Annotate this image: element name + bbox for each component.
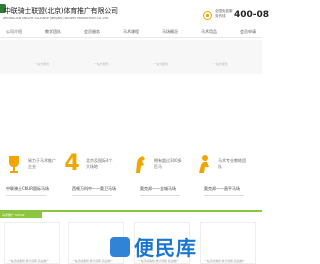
nav-item-venues[interactable]: 马场概况: [162, 29, 178, 36]
feature-panel: 4 北京及国际4个大场地: [64, 150, 114, 178]
company-name-en: ZHONGLIAN KNIGHT ALLIANCE (BEIJING) SPOR…: [3, 16, 110, 20]
feature-panels: 致力于马术推广企业 4 北京及国际4个大场地 拥有超过300多匹马 马术专业教练…: [0, 150, 262, 178]
feature-text: 北京及国际4个大场地: [86, 158, 113, 169]
feature-text: 马术专业教练团队: [218, 158, 246, 169]
hero-caption: 一站式服务: [34, 62, 50, 66]
venue-item[interactable]: 奥克邦——全城马场: [140, 186, 180, 196]
venue-title[interactable]: 西顿万科中——奥卫马场: [72, 186, 116, 192]
phone-icon: [203, 11, 212, 20]
nav-item-team[interactable]: 教学团队: [45, 29, 61, 36]
knight-icon: [196, 153, 212, 175]
venue-list: 中联骑士CKUR国际马场 西顿万科中——奥卫马场 奥克邦——全城马场 奥克邦——…: [0, 186, 262, 202]
nav-item-company[interactable]: 公司介绍: [6, 29, 22, 36]
divider: [72, 195, 112, 196]
nav-item-apply[interactable]: 会员申请: [240, 29, 256, 36]
feature-panel: 致力于马术推广企业: [6, 150, 56, 178]
feature-text: 拥有超过300多匹马: [154, 158, 182, 169]
service-card[interactable]: 一站活动策划 统计营销 商业推广: [200, 222, 256, 264]
venue-item[interactable]: 奥克邦——昌平马场: [204, 186, 244, 196]
nav-item-courses[interactable]: 马术课程: [123, 29, 139, 36]
venue-title[interactable]: 奥克邦——全城马场: [140, 186, 180, 192]
nav-item-services[interactable]: 会员服务: [84, 29, 100, 36]
divider: [204, 195, 244, 196]
trophy-icon: [6, 153, 22, 175]
venue-item[interactable]: 中联骑士CKUR国际马场: [6, 186, 49, 196]
hotline-caption: 全国免费服务热线: [215, 9, 233, 18]
venue-title[interactable]: 奥克邦——昌平马场: [204, 186, 244, 192]
venue-item[interactable]: 西顿万科中——奥卫马场: [72, 186, 116, 196]
watermark-logo-icon: [110, 236, 130, 257]
number-four-icon: 4: [64, 153, 80, 175]
nav-item-products[interactable]: 马术用品: [201, 29, 217, 36]
hotline-number[interactable]: 400-08: [234, 10, 269, 20]
service-card[interactable]: 一站活动策划 统计营销 商业推广: [4, 222, 60, 264]
watermark: 便民库: [110, 232, 197, 261]
header: 中联骑士联盟(北京)体育推广有限公司 ZHONGLIAN KNIGHT ALLI…: [0, 0, 269, 26]
main-nav: 公司介绍 教学团队 会员服务 马术课程 马场概况 马术用品 会员申请: [0, 29, 262, 36]
hero-captions: 一站式服务 一站式服务 一站式服务 一站式服务: [0, 62, 262, 70]
feature-numeral: 4: [64, 151, 80, 176]
company-name[interactable]: 中联骑士联盟(北京)体育推广有限公司: [4, 6, 118, 16]
card-caption: 一站活动策划 统计营销 商业推广: [72, 259, 113, 263]
hero-caption: 一站式服务: [153, 62, 169, 66]
divider: [140, 195, 180, 196]
feature-panel: 马术专业教练团队: [196, 150, 246, 178]
feature-panel: 拥有超过300多匹马: [132, 150, 182, 178]
nav-divider: [0, 37, 262, 38]
horse-head-icon: [132, 153, 148, 175]
card-caption: 一站活动策划 统计营销 商业推广: [8, 259, 49, 263]
divider: [6, 195, 46, 196]
hero-caption: 一站式服务: [212, 62, 228, 66]
feature-text: 致力于马术推广企业: [28, 158, 56, 169]
section-tag-label: 马术推广 SHOW: [2, 213, 25, 217]
hero-caption: 一站式服务: [93, 62, 109, 66]
card-caption: 一站活动策划 统计营销 商业推广: [204, 259, 245, 263]
venue-title[interactable]: 中联骑士CKUR国际马场: [6, 186, 49, 192]
watermark-text: 便民库: [134, 236, 197, 260]
